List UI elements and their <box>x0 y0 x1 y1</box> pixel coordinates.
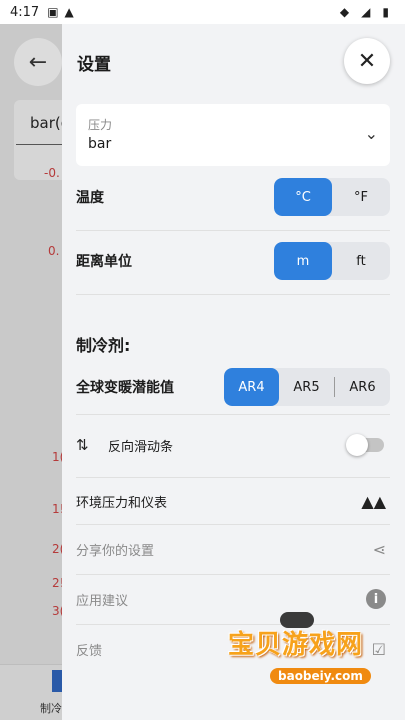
reverse-slider-switch[interactable] <box>346 434 384 456</box>
fahrenheit-option[interactable]: °F <box>332 178 390 216</box>
gauge-number: -0. <box>44 166 60 180</box>
refrigerant-section-title: 制冷剂: <box>76 336 131 355</box>
gwp-label: 全球变暖潜能值 <box>76 380 174 396</box>
chevron-down-icon: ⌄ <box>364 124 378 143</box>
a-icon: ▣ <box>47 5 59 19</box>
pressure-value: bar <box>88 136 112 152</box>
gwp-toggle: AR4 AR5 AR6 <box>224 368 390 406</box>
reverse-slider-label: 反向滑动条 <box>108 439 174 455</box>
divider <box>76 477 390 478</box>
divider <box>76 414 390 415</box>
refrigerant-tab-label[interactable]: 制冷 <box>40 700 62 716</box>
distance-label: 距离单位 <box>76 254 132 270</box>
ambient-row[interactable]: 环境压力和仪表 ▲▲ <box>76 480 390 522</box>
share-icon: ⋖ <box>372 539 386 559</box>
distance-row: 距离单位 m ft <box>76 240 390 282</box>
share-row[interactable]: 分享你的设置 ⋖ <box>76 528 390 570</box>
watermark-text: 宝贝游戏网 <box>228 630 364 660</box>
watermark-logo: 宝贝游戏网 baobeiy.com <box>220 612 400 702</box>
info-icon: i <box>366 589 386 609</box>
ar6-option[interactable]: AR6 <box>335 368 390 406</box>
close-button[interactable]: ✕ <box>344 38 390 84</box>
gwp-row: 全球变暖潜能值 AR4 AR5 AR6 <box>76 366 390 408</box>
ar5-option[interactable]: AR5 <box>279 368 334 406</box>
share-label: 分享你的设置 <box>76 543 155 559</box>
battery-icon: ▮ <box>382 5 389 19</box>
wifi-icon: ◆ <box>339 5 350 19</box>
status-time: 4:17 <box>10 4 40 20</box>
status-bar: 4:17 ▣ ▲ ◆ ◢ ▮ <box>0 0 405 24</box>
drawer-title: 设置 <box>77 55 111 75</box>
refrigerant-tab-icon <box>52 670 62 692</box>
suggestions-label: 应用建议 <box>76 593 129 609</box>
arrow-left-icon: ← <box>28 49 48 75</box>
signal-icon: ◢ <box>361 5 371 19</box>
warning-icon: ▲ <box>64 5 74 19</box>
distance-toggle: m ft <box>274 242 390 280</box>
reverse-slider-row[interactable]: ⇅ 反向滑动条 <box>76 424 390 466</box>
ambient-label: 环境压力和仪表 <box>76 495 168 511</box>
swap-vertical-icon: ⇅ <box>76 436 89 454</box>
divider <box>76 524 390 525</box>
back-button[interactable]: ← <box>14 38 62 86</box>
close-icon: ✕ <box>357 48 377 74</box>
feedback-label: 反馈 <box>76 643 103 659</box>
temperature-row: 温度 °C °F <box>76 176 390 218</box>
divider <box>76 230 390 231</box>
temperature-toggle: °C °F <box>274 178 390 216</box>
celsius-option[interactable]: °C <box>274 178 332 216</box>
watermark-url: baobeiy.com <box>270 668 371 684</box>
pressure-label: 压力 <box>88 118 113 132</box>
switch-knob <box>346 434 368 456</box>
meters-option[interactable]: m <box>274 242 332 280</box>
temperature-label: 温度 <box>76 190 104 206</box>
mountain-icon: ▲▲ <box>361 491 386 511</box>
ar4-option[interactable]: AR4 <box>224 368 279 406</box>
feet-option[interactable]: ft <box>332 242 390 280</box>
gauge-number: 0. <box>48 244 60 258</box>
divider <box>76 294 390 295</box>
pressure-select[interactable]: 压力 bar ⌄ <box>76 104 390 166</box>
divider <box>76 574 390 575</box>
